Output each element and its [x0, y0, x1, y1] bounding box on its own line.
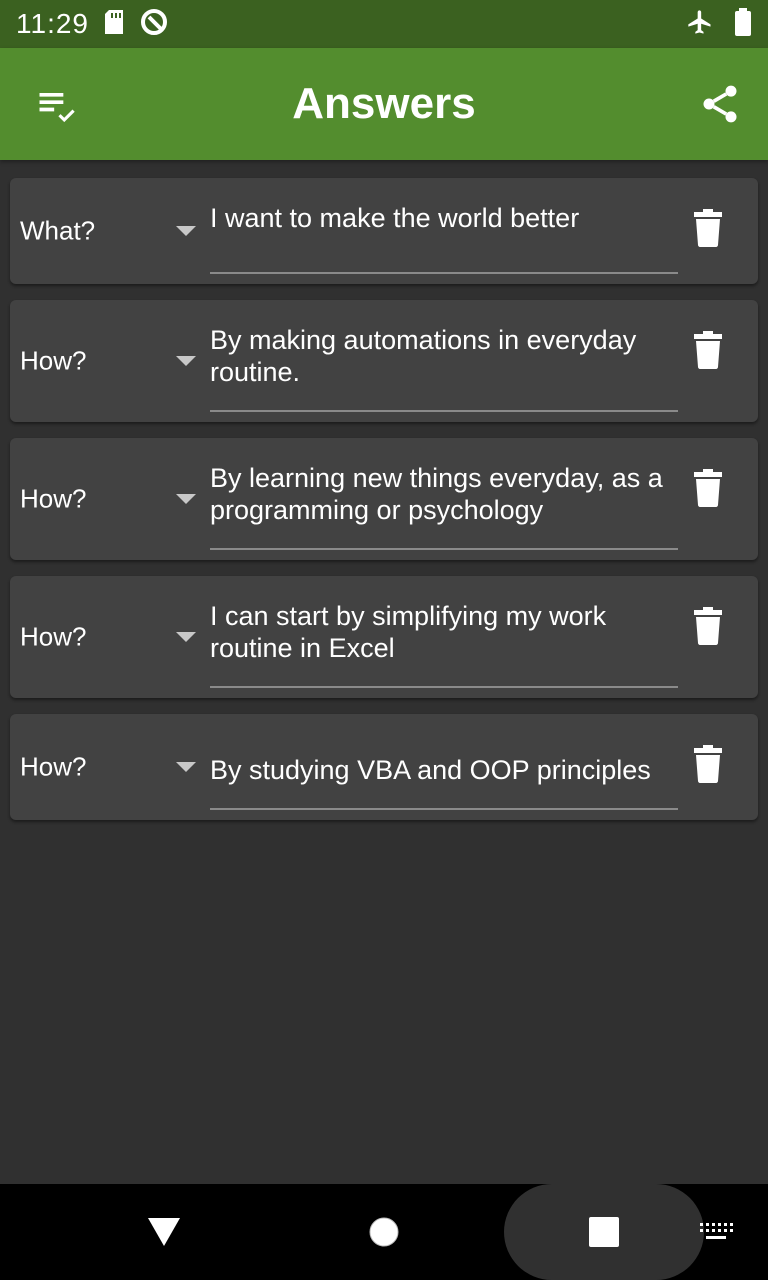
home-icon[interactable] — [362, 1210, 406, 1254]
trash-icon[interactable] — [686, 742, 730, 786]
back-icon[interactable] — [142, 1212, 186, 1252]
status-bar: 11:29 — [0, 0, 768, 48]
answer-input[interactable]: I can start by simplifying my work routi… — [210, 600, 678, 664]
trash-icon[interactable] — [686, 466, 730, 510]
trash-icon[interactable] — [686, 328, 730, 372]
input-underline — [210, 808, 678, 810]
battery-icon — [734, 7, 752, 41]
trash-icon[interactable] — [686, 604, 730, 648]
status-time: 11:29 — [16, 8, 89, 39]
keyboard-icon[interactable] — [696, 1218, 736, 1246]
question-type-label[interactable]: How? — [20, 346, 86, 377]
dropdown-arrow-icon[interactable] — [176, 632, 196, 642]
dropdown-arrow-icon[interactable] — [176, 226, 196, 236]
airplane-mode-icon — [686, 8, 714, 41]
answer-input[interactable]: I want to make the world better — [210, 202, 678, 234]
input-underline — [210, 410, 678, 412]
input-underline — [210, 686, 678, 688]
dropdown-arrow-icon[interactable] — [176, 762, 196, 772]
input-underline — [210, 548, 678, 550]
question-type-label[interactable]: How? — [20, 484, 86, 515]
answer-card: How? By learning new things everyday, as… — [10, 438, 758, 560]
question-type-label[interactable]: How? — [20, 622, 86, 653]
page-title: Answers — [292, 79, 476, 128]
answer-card: How? By making automations in everyday r… — [10, 300, 758, 422]
answer-input[interactable]: By learning new things everyday, as a pr… — [210, 462, 678, 526]
answer-input[interactable]: By studying VBA and OOP principles — [210, 754, 678, 786]
sd-card-icon — [103, 9, 125, 40]
answer-input[interactable]: By making automations in everyday routin… — [210, 324, 678, 388]
app-bar: Answers — [0, 48, 768, 160]
recents-icon[interactable] — [582, 1210, 626, 1254]
answer-card: How? I can start by simplifying my work … — [10, 576, 758, 698]
navigation-bar — [0, 1184, 768, 1280]
dropdown-arrow-icon[interactable] — [176, 356, 196, 366]
input-underline — [210, 272, 678, 274]
question-type-label[interactable]: What? — [20, 216, 95, 247]
data-saver-icon — [139, 7, 169, 42]
question-type-label[interactable]: How? — [20, 752, 86, 783]
dropdown-arrow-icon[interactable] — [176, 494, 196, 504]
trash-icon[interactable] — [686, 206, 730, 250]
answer-card: What? I want to make the world better — [10, 178, 758, 284]
answer-card: How? By studying VBA and OOP principles — [10, 714, 758, 820]
playlist-check-icon[interactable] — [28, 76, 84, 132]
answer-list: What? I want to make the world better Ho… — [10, 178, 758, 836]
share-icon[interactable] — [692, 76, 748, 132]
